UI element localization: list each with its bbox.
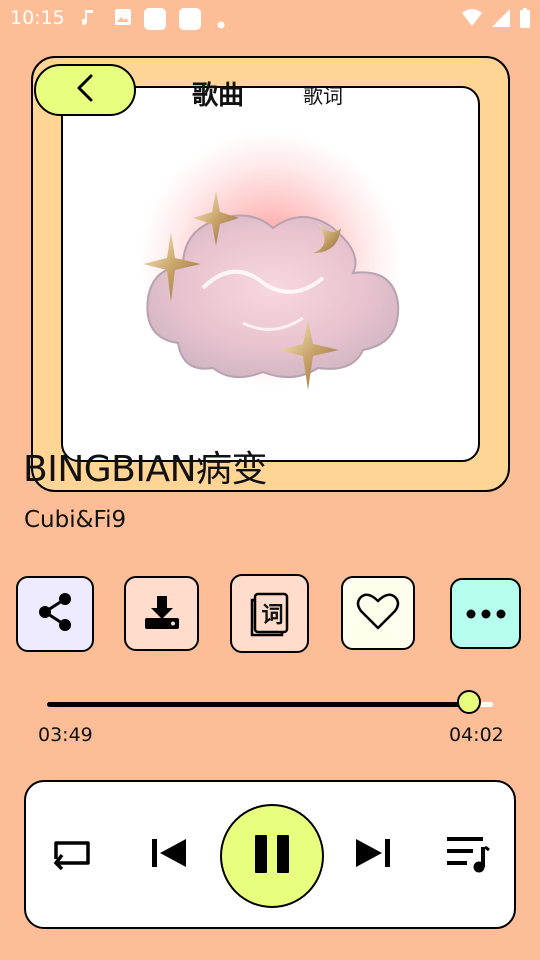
previous-icon bbox=[150, 837, 188, 873]
share-button[interactable] bbox=[16, 576, 94, 652]
next-icon bbox=[354, 837, 392, 873]
status-time: 10:15 bbox=[10, 7, 65, 29]
cloud-artwork-image bbox=[143, 191, 400, 390]
progress-bar[interactable] bbox=[47, 690, 493, 714]
more-icon bbox=[465, 604, 507, 623]
playback-controls bbox=[24, 780, 516, 929]
status-bar: 10:15 bbox=[0, 0, 540, 36]
pause-button[interactable] bbox=[220, 804, 324, 908]
tab-lyrics[interactable]: 歌词 bbox=[303, 80, 343, 109]
lyrics-glyph: 词 bbox=[261, 602, 284, 628]
music-note-icon bbox=[81, 8, 96, 32]
heart-icon bbox=[356, 591, 400, 635]
lyrics-icon: 词 bbox=[249, 591, 291, 637]
progress-fill bbox=[47, 702, 469, 707]
lyrics-button[interactable]: 词 bbox=[230, 574, 309, 653]
total-time: 04:02 bbox=[449, 724, 504, 746]
image-icon bbox=[114, 8, 132, 30]
progress-thumb[interactable] bbox=[456, 690, 481, 714]
app-square-icon bbox=[144, 8, 166, 34]
download-button[interactable] bbox=[124, 576, 199, 651]
tab-song[interactable]: 歌曲 bbox=[192, 75, 244, 112]
pause-icon bbox=[251, 833, 293, 879]
signal-icon bbox=[492, 9, 510, 31]
chevron-left-icon bbox=[73, 73, 97, 107]
album-artwork bbox=[61, 86, 480, 462]
app-square-icon bbox=[179, 8, 201, 34]
song-title: BINGBIAN病变 bbox=[23, 449, 268, 490]
download-icon bbox=[142, 592, 182, 636]
battery-icon bbox=[520, 8, 530, 32]
repeat-icon bbox=[48, 835, 98, 875]
wifi-icon bbox=[462, 9, 482, 31]
playlist-icon bbox=[445, 833, 491, 877]
playlist-button[interactable] bbox=[442, 832, 494, 878]
back-button[interactable] bbox=[34, 64, 136, 116]
current-time: 03:49 bbox=[38, 724, 93, 746]
dot-icon bbox=[217, 14, 225, 33]
share-icon bbox=[36, 591, 74, 637]
repeat-button[interactable] bbox=[46, 834, 100, 876]
next-button[interactable] bbox=[350, 834, 396, 876]
favorite-button[interactable] bbox=[341, 576, 415, 650]
more-button[interactable] bbox=[450, 578, 521, 649]
artist-name: Cubi&Fi9 bbox=[24, 507, 127, 533]
previous-button[interactable] bbox=[146, 834, 192, 876]
